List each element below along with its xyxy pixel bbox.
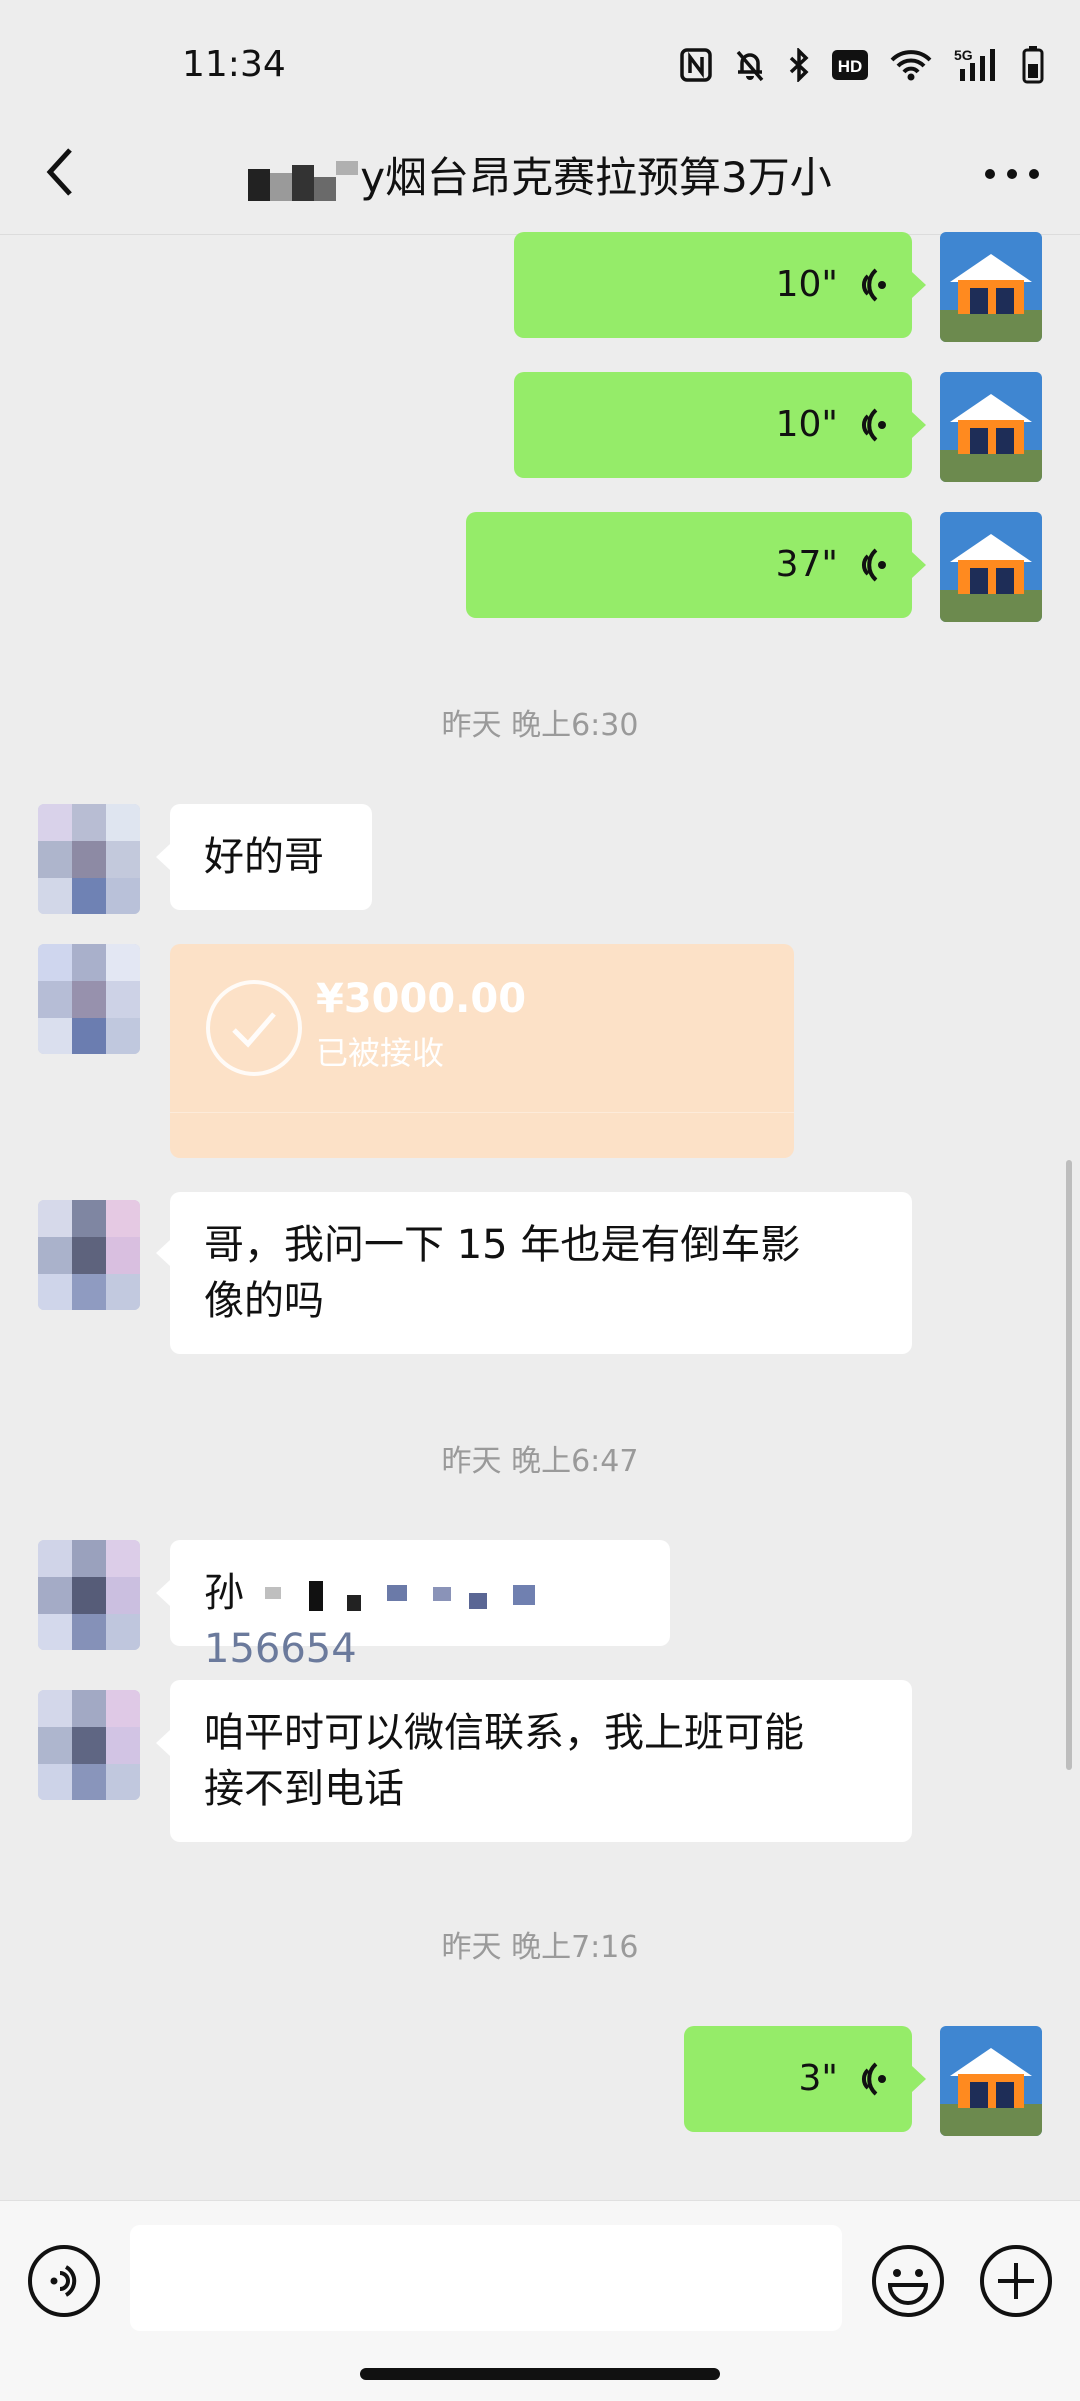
contact-avatar[interactable] — [38, 1200, 140, 1310]
my-avatar[interactable] — [940, 512, 1042, 622]
wifi-icon — [890, 50, 932, 81]
bubble-tail — [912, 552, 926, 578]
bluetooth-icon — [789, 48, 809, 82]
message-text-line: 接不到电话 — [204, 1766, 404, 1812]
add-icon[interactable] — [978, 2243, 1054, 2319]
message-text-line: 咱平时可以微信联系，我上班可能 — [204, 1710, 804, 1756]
timestamp: 昨天 晚上7:16 — [441, 1930, 639, 1965]
contact-avatar[interactable] — [38, 1540, 140, 1650]
voice-wave-icon — [861, 268, 886, 302]
5g-signal-icon: 5G — [954, 47, 995, 81]
text-message-bubble[interactable]: 哥，我问一下 15 年也是有倒车影 像的吗 — [170, 1192, 912, 1354]
bubble-tail — [156, 844, 170, 870]
message-text-line: 哥，我问一下 15 年也是有倒车影 — [204, 1222, 801, 1268]
svg-text:5G: 5G — [954, 47, 973, 63]
timestamp: 昨天 晚上6:30 — [441, 708, 639, 743]
scrollbar[interactable] — [1066, 1160, 1072, 1770]
contact-avatar[interactable] — [38, 804, 140, 914]
mute-icon — [736, 50, 764, 82]
voice-wave-icon — [861, 548, 886, 582]
bubble-tail — [912, 272, 926, 298]
message-input[interactable] — [130, 2225, 842, 2331]
bubble-tail — [912, 412, 926, 438]
contact-avatar[interactable] — [38, 944, 140, 1054]
voice-message-bubble[interactable]: 3" — [684, 2026, 912, 2132]
redacted-phone-mosaic — [264, 1581, 535, 1611]
more-icon[interactable] — [982, 154, 1042, 194]
hd-icon: HD — [832, 50, 868, 80]
voice-wave-icon — [861, 2062, 886, 2096]
emoji-icon[interactable] — [870, 2243, 946, 2319]
message-text: 156654 — [204, 1626, 357, 1672]
chat-header: y烟台昂克赛拉预算3万小 — [0, 110, 1080, 235]
voice-message-bubble[interactable]: 10" — [514, 232, 912, 338]
contact-avatar[interactable] — [38, 1690, 140, 1800]
battery-icon — [1022, 46, 1044, 84]
bubble-tail — [156, 1730, 170, 1756]
voice-message-bubble[interactable]: 37" — [466, 512, 912, 618]
bubble-tail — [912, 2066, 926, 2092]
transfer-card[interactable]: ¥3000.00 已被接收 — [170, 944, 794, 1158]
voice-duration: 37" — [775, 544, 838, 585]
bubble-tail — [156, 1580, 170, 1606]
my-avatar[interactable] — [940, 232, 1042, 342]
voice-input-icon[interactable] — [26, 2243, 102, 2319]
voice-message-bubble[interactable]: 10" — [514, 372, 912, 478]
message-text: 好的哥 — [204, 834, 324, 880]
transfer-amount: ¥3000.00 — [316, 976, 527, 1022]
transfer-footer-divider — [170, 1112, 794, 1113]
my-avatar[interactable] — [940, 372, 1042, 482]
status-time: 11:34 — [182, 44, 286, 85]
voice-wave-icon — [861, 408, 886, 442]
redacted-name-mosaic — [248, 160, 359, 201]
transfer-status: 已被接收 — [316, 1034, 445, 1072]
voice-duration: 10" — [775, 264, 838, 305]
voice-duration: 3" — [798, 2058, 838, 2099]
status-icons: HD 5G — [680, 44, 1044, 86]
check-circle-icon — [206, 980, 302, 1076]
message-text: 孙 — [204, 1570, 244, 1616]
home-indicator[interactable] — [360, 2368, 720, 2380]
text-message-bubble[interactable]: 孙 156654 — [170, 1540, 670, 1672]
bubble-tail — [156, 1240, 170, 1266]
text-message-bubble[interactable]: 好的哥 — [170, 804, 372, 910]
timestamp: 昨天 晚上6:47 — [441, 1444, 639, 1479]
voice-duration: 10" — [775, 404, 838, 445]
message-text-line: 像的吗 — [204, 1278, 324, 1324]
my-avatar[interactable] — [940, 2026, 1042, 2136]
nfc-icon — [680, 48, 712, 82]
svg-text:HD: HD — [838, 57, 863, 76]
chat-title: y烟台昂克赛拉预算3万小 — [0, 144, 1080, 205]
text-message-bubble[interactable]: 咱平时可以微信联系，我上班可能 接不到电话 — [170, 1680, 912, 1842]
chat-title-text: y烟台昂克赛拉预算3万小 — [360, 153, 832, 202]
